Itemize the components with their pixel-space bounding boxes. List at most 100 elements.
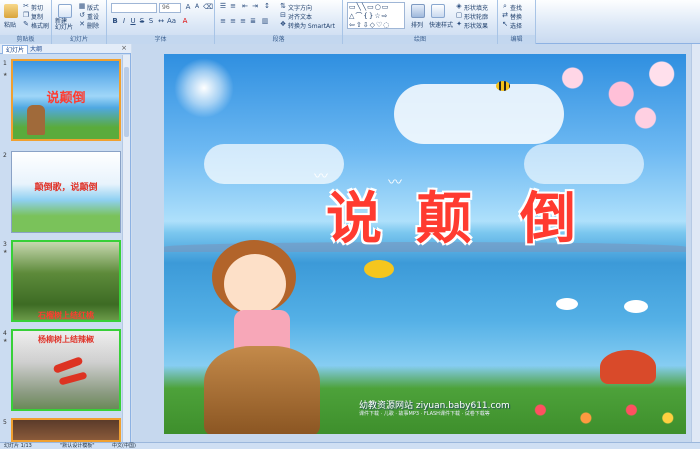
align-left-icon[interactable]: ≡	[219, 17, 227, 25]
line-spacing-icon[interactable]: ↕	[263, 2, 271, 10]
clear-format-icon[interactable]: ⌫	[203, 3, 213, 11]
format-painter-button[interactable]: 格式刷	[31, 21, 49, 30]
cut-icon[interactable]: ✂	[22, 2, 30, 10]
numbering-icon[interactable]: ≡	[229, 2, 237, 10]
find-button[interactable]: 查找	[510, 3, 522, 12]
shape-rect2-icon[interactable]: ▭	[367, 3, 375, 11]
shape-effects-button[interactable]: 形状效果	[464, 21, 488, 30]
shape-star-icon[interactable]: ☆	[374, 12, 381, 20]
shape-outline-button[interactable]: 形状轮廓	[464, 12, 488, 21]
editor-scrollbar[interactable]	[691, 44, 700, 442]
replace-icon[interactable]: ⇄	[501, 11, 509, 19]
pepper-decoration	[52, 356, 84, 374]
justify-icon[interactable]: ≣	[249, 17, 257, 25]
char-spacing-icon[interactable]: ↔	[157, 17, 165, 25]
shapes-gallery[interactable]: ▭╲╲▭○▭ △⌒{}☆⇨ ⇦⇧⇩◇♡◌	[347, 2, 405, 29]
shape-fill-icon[interactable]: ◈	[455, 2, 463, 10]
replace-button[interactable]: 替换	[510, 12, 522, 21]
slide-title-char[interactable]: 倒	[520, 174, 576, 255]
slide-title-char[interactable]: 说	[326, 174, 382, 255]
shape-outline-icon[interactable]: ▢	[455, 11, 463, 19]
change-case-icon[interactable]: Aa	[167, 17, 176, 25]
shape-rect3-icon[interactable]: ▭	[382, 3, 390, 11]
sun-glow	[174, 58, 234, 118]
thumb-title: 石榴树上结红桃	[38, 311, 94, 320]
tab-outline[interactable]: 大纲	[27, 45, 45, 54]
mushroom-house	[600, 350, 656, 384]
copy-button[interactable]: 复制	[31, 12, 43, 21]
shape-arrow2-icon[interactable]: ⇦	[349, 21, 356, 29]
delete-button[interactable]: 删除	[87, 21, 99, 30]
tab-slides[interactable]: 幻灯片	[2, 45, 29, 54]
scrollbar-thumb[interactable]	[124, 67, 129, 137]
format-painter-icon[interactable]: ✎	[22, 20, 30, 28]
font-color-icon[interactable]: A	[181, 17, 189, 25]
quick-styles-icon[interactable]	[431, 4, 445, 18]
align-text-button[interactable]: 对齐文本	[288, 12, 312, 21]
smartart-button[interactable]: 转换为 SmartArt	[288, 21, 335, 30]
close-icon[interactable]: ×	[121, 44, 127, 52]
columns-icon[interactable]: ▥	[261, 17, 269, 25]
cut-button[interactable]: 剪切	[31, 3, 43, 12]
layout-button[interactable]: 版式	[87, 3, 99, 12]
paste-button[interactable]: 粘贴	[4, 20, 16, 29]
crane-icon: 〰	[388, 175, 402, 191]
select-icon[interactable]: ↖	[501, 20, 509, 28]
grow-font-icon[interactable]: A	[184, 3, 192, 11]
slide-canvas[interactable]: 说 颠 倒 〰 〰 幼教资源网站 ziyuan.baby611.com 课件下载…	[164, 54, 686, 434]
new-slide-button[interactable]: 新建 幻灯片	[55, 19, 73, 31]
drawing-group-label: 绘图	[343, 35, 497, 44]
shape-arrow-icon[interactable]: ⇨	[382, 12, 389, 20]
align-center-icon[interactable]: ≡	[229, 17, 237, 25]
shape-arrow4-icon[interactable]: ⇩	[363, 21, 370, 29]
copy-icon[interactable]: ❐	[22, 11, 30, 19]
status-bar: 幻灯片 1/13 "默认设计模板" 中文(中国)	[0, 442, 700, 449]
text-direction-button[interactable]: 文字方向	[288, 3, 312, 12]
pane-scrollbar[interactable]	[122, 55, 130, 442]
shape-effects-icon[interactable]: ✦	[455, 20, 463, 28]
thumb-number: 1	[3, 60, 7, 67]
new-slide-icon[interactable]	[58, 4, 72, 18]
slide-title-char[interactable]: 颠	[416, 174, 472, 255]
shape-oval-icon[interactable]: ○	[375, 3, 382, 11]
align-right-icon[interactable]: ≡	[239, 17, 247, 25]
bold-icon[interactable]: B	[111, 17, 119, 25]
shape-arrow3-icon[interactable]: ⇧	[356, 21, 363, 29]
select-button[interactable]: 选择	[510, 21, 522, 30]
reset-button[interactable]: 重设	[87, 12, 99, 21]
underline-icon[interactable]: U	[129, 17, 137, 25]
arrange-button[interactable]: 排列	[411, 20, 423, 29]
find-icon[interactable]: ⌕	[501, 2, 509, 10]
slide-thumbnail-2[interactable]: 颠倒歌，说颠倒	[11, 151, 121, 233]
shadow-icon[interactable]: S	[147, 17, 155, 25]
slide-thumbnail-5[interactable]	[11, 418, 121, 442]
font-group-label: 字体	[107, 35, 214, 44]
shape-rect-icon[interactable]: ▭	[349, 3, 357, 11]
delete-icon[interactable]: ✕	[78, 20, 86, 28]
smartart-icon[interactable]: ❖	[279, 20, 287, 28]
bullets-icon[interactable]: ☰	[219, 2, 227, 10]
slide-thumbnail-4[interactable]: 杨柳树上结辣椒	[11, 329, 121, 411]
shape-fill-button[interactable]: 形状填充	[464, 3, 488, 12]
reset-icon[interactable]: ↺	[78, 11, 86, 19]
font-size-combo[interactable]: 96	[159, 3, 181, 13]
slide-thumbnail-1[interactable]: 说颠倒	[11, 59, 121, 141]
girl-figure	[27, 105, 45, 135]
shrink-font-icon[interactable]: A	[193, 3, 201, 11]
animation-star-icon: ★	[3, 249, 8, 255]
increase-indent-icon[interactable]: ⇥	[251, 2, 259, 10]
paste-icon[interactable]	[4, 4, 18, 18]
arrange-icon[interactable]	[411, 4, 425, 18]
font-name-combo[interactable]	[111, 3, 157, 13]
italic-icon[interactable]: I	[120, 17, 128, 25]
slide-editor: 说 颠 倒 〰 〰 幼教资源网站 ziyuan.baby611.com 课件下载…	[132, 44, 700, 442]
pane-tabs: 幻灯片 大纲 ×	[0, 44, 131, 54]
slide-thumbnail-3[interactable]: 石榴树上结红桃	[11, 240, 121, 322]
layout-icon[interactable]: ▦	[78, 2, 86, 10]
strikethrough-icon[interactable]: S	[138, 17, 146, 25]
decrease-indent-icon[interactable]: ⇤	[241, 2, 249, 10]
align-text-icon[interactable]: ⊟	[279, 11, 287, 19]
quick-styles-button[interactable]: 快速样式	[429, 20, 453, 29]
shape-callout-icon[interactable]: ◌	[383, 21, 390, 29]
text-direction-icon[interactable]: ⇅	[279, 2, 287, 10]
